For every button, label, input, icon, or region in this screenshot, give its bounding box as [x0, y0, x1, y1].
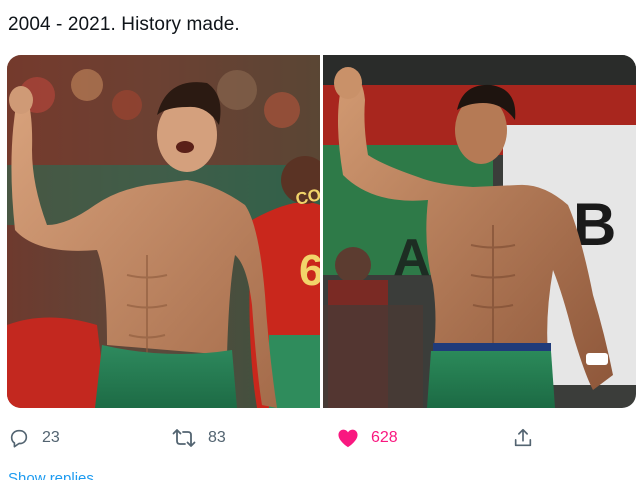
- media-photo-left[interactable]: COSTA 6: [7, 55, 320, 408]
- retweet-icon: [172, 427, 196, 449]
- tweet-actions: 23 83 628: [0, 420, 640, 456]
- jersey-number-text: 6: [299, 246, 320, 295]
- media-photo-right[interactable]: B A: [323, 55, 636, 408]
- retweet-button[interactable]: 83: [172, 420, 226, 456]
- banner-letter-2: A: [393, 229, 431, 287]
- share-icon: [512, 427, 534, 449]
- heart-icon: [337, 428, 359, 448]
- show-replies-link[interactable]: Show replies: [8, 470, 94, 480]
- retweet-count: 83: [208, 429, 226, 446]
- tweet: 2004 - 2021. History made. COSTA 6 B A 2…: [0, 0, 640, 480]
- share-button[interactable]: [512, 420, 534, 456]
- reply-count: 23: [42, 429, 60, 446]
- like-count: 628: [371, 429, 398, 446]
- tweet-media[interactable]: COSTA 6 B A: [7, 55, 636, 408]
- reply-button[interactable]: 23: [8, 420, 60, 456]
- tweet-text: 2004 - 2021. History made.: [8, 14, 240, 35]
- like-button[interactable]: 628: [337, 420, 398, 456]
- reply-icon: [8, 427, 30, 449]
